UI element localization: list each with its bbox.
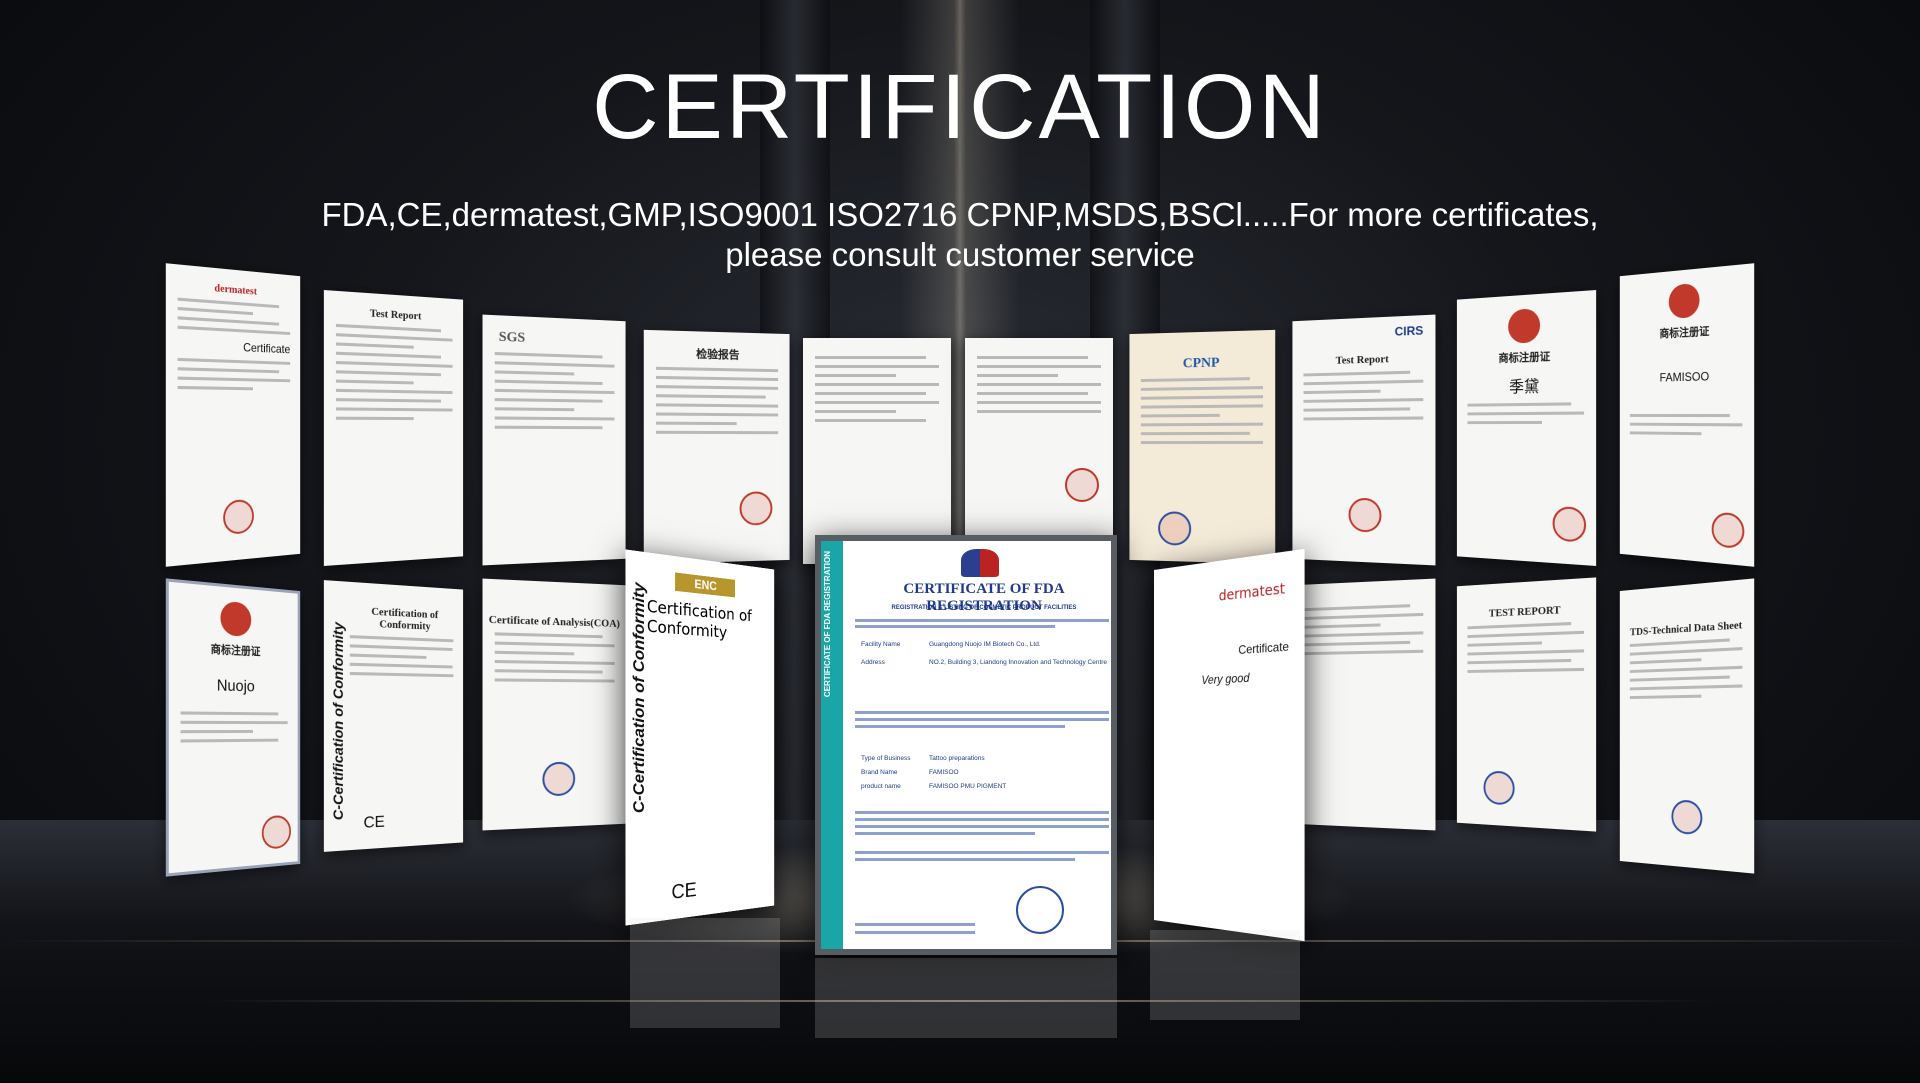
certificate-header: Test Report	[1292, 352, 1435, 368]
certificate-document	[1292, 579, 1435, 831]
certificate-header: TEST REPORT	[1457, 602, 1596, 621]
field-value: FAMISOO PMU PIGMENT	[929, 783, 1006, 790]
certificate-test-report: TEST REPORT	[1457, 577, 1596, 831]
national-emblem-icon	[220, 601, 251, 637]
stamp-icon	[1065, 468, 1099, 502]
certificate-coa: Certificate of Analysis(COA)	[483, 579, 626, 831]
certificate-label: Certificate	[1154, 638, 1305, 663]
reflection	[815, 958, 1117, 1038]
certificate-cpnp: CPNP	[1129, 330, 1275, 564]
certificate-header: TDS-Technical Data Sheet	[1620, 618, 1754, 639]
eagle-flag-icon	[961, 549, 999, 577]
certificate-trademark: 商标注册证 Nuojo	[166, 578, 300, 876]
certificate-header: 商标注册证	[169, 638, 298, 661]
certificate-document	[965, 338, 1113, 564]
page-title: CERTIFICATION	[0, 55, 1920, 160]
featured-certificate-fda: CERTIFICATE OF FDA REGISTRATION CERTIFIC…	[815, 535, 1117, 955]
rating-text: Very good	[1154, 668, 1305, 690]
field-label: Brand Name	[861, 769, 929, 776]
certificate-document	[803, 338, 951, 564]
certificate-header: Certificate of Analysis(COA)	[483, 614, 626, 631]
field-label: Address	[861, 659, 929, 666]
stamp-icon	[1016, 886, 1064, 934]
fda-subtitle: REGISTRATION & LISTING OF COSMETIC PRODU…	[855, 605, 1113, 611]
certificate-trademark: 商标注册证 季黛	[1457, 290, 1596, 566]
national-emblem-icon	[1508, 308, 1540, 344]
stamp-icon	[1553, 506, 1586, 542]
certificate-header: Test Report	[324, 305, 463, 325]
ce-mark: CE	[364, 814, 385, 833]
trademark-name: Nuojo	[169, 676, 298, 698]
field-value: Guangdong Nuojo IM Biotech Co., Ltd.	[929, 641, 1041, 648]
enc-logo: ENC	[675, 572, 735, 597]
field-value: FAMISOO	[929, 769, 959, 776]
certificate-test-report: Test Report	[324, 290, 463, 566]
certificate-header: CPNP	[1129, 354, 1275, 373]
featured-certificate-conformity: C-Certification of Conformity ENC Certif…	[625, 549, 774, 925]
stamp-icon	[1484, 771, 1515, 806]
certificate-header: 检验报告	[644, 344, 790, 363]
certificate-cirs-test-report: CIRS Test Report	[1292, 315, 1435, 566]
field-value: Tattoo preparations	[929, 755, 985, 762]
certificate-header: 商标注册证	[1620, 320, 1754, 343]
field-value: NO.2, Building 3, Liandong Innovation an…	[929, 659, 1107, 666]
stamp-icon	[1349, 498, 1382, 533]
certificate-tds: TDS-Technical Data Sheet	[1620, 578, 1754, 873]
cirs-logo: CIRS	[1292, 323, 1435, 343]
stamp-icon	[1671, 799, 1702, 835]
stamp-icon	[262, 815, 291, 850]
certificate-sgs: SGS	[483, 315, 626, 566]
trademark-name: FAMISOO	[1620, 368, 1754, 385]
field-label: Type of Business	[861, 755, 929, 762]
certificate-header: dermatest	[1154, 579, 1305, 612]
fda-side-band: CERTIFICATE OF FDA REGISTRATION	[821, 541, 843, 949]
vertical-title: C-Certification of Conformity	[330, 622, 346, 821]
stamp-icon	[223, 499, 254, 535]
page-subtitle: FDA,CE,dermatest,GMP,ISO9001 ISO2716 CPN…	[280, 195, 1640, 275]
stamp-icon	[542, 762, 575, 797]
stamp-icon	[1158, 511, 1191, 545]
vertical-title: C-Certification of Conformity	[631, 582, 648, 814]
reflection	[630, 918, 780, 1028]
field-label: product name	[861, 783, 929, 790]
side-text: CERTIFICATE OF FDA REGISTRATION	[823, 551, 832, 697]
national-emblem-icon	[1669, 283, 1700, 319]
certificate-conformity: C-Certification of Conformity Certificat…	[324, 580, 463, 852]
certificate-dermatest: dermatest Certificate	[166, 263, 300, 567]
certificate-label: Certificate	[166, 336, 300, 356]
certificate-header: SGS	[483, 329, 626, 350]
certificate-header: 商标注册证	[1457, 346, 1596, 367]
trademark-name: 季黛	[1457, 371, 1596, 398]
stamp-icon	[740, 491, 773, 525]
ce-mark: CE	[671, 879, 696, 905]
featured-certificate-dermatest: dermatest Certificate Very good	[1154, 549, 1305, 941]
field-label: Facility Name	[861, 641, 929, 648]
certificate-inspection-report: 检验报告	[644, 330, 790, 564]
stamp-icon	[1712, 512, 1745, 549]
reflection	[1150, 930, 1300, 1020]
certificate-trademark: 商标注册证 FAMISOO	[1620, 263, 1754, 567]
